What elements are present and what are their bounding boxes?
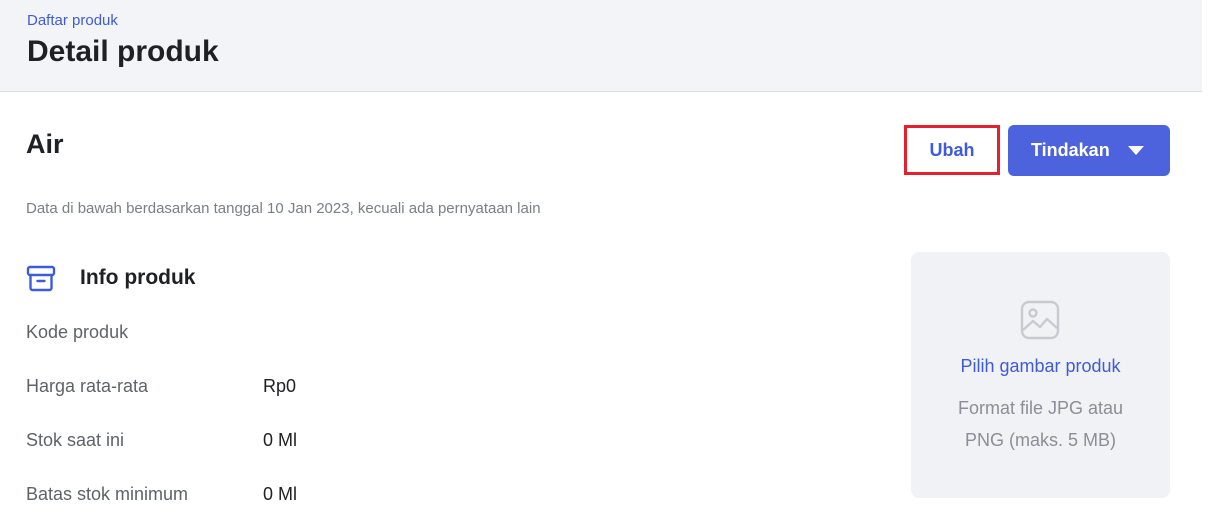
data-date-note: Data di bawah berdasarkan tanggal 10 Jan… <box>26 200 541 217</box>
value-minimum-stock: 0 Ml <box>263 484 298 504</box>
actions-button-label: Tindakan <box>1031 140 1110 160</box>
edit-button[interactable]: Ubah <box>904 125 1000 175</box>
image-placeholder-icon <box>1020 300 1060 340</box>
caret-down-icon <box>1128 146 1144 155</box>
page-title: Detail produk <box>27 35 219 68</box>
label-product-code: Kode produk <box>26 322 129 342</box>
image-hint-line-1: Format file JPG atau <box>957 398 1124 418</box>
actions-dropdown-button[interactable]: Tindakan <box>1008 125 1170 176</box>
value-average-price: Rp0 <box>263 376 297 396</box>
section-title-product-info: Info produk <box>80 266 196 289</box>
edit-button-label: Ubah <box>929 139 975 160</box>
product-name: Air <box>26 129 64 159</box>
image-hint-line-2: PNG (maks. 5 MB) <box>964 430 1116 450</box>
archive-box-icon <box>26 265 56 292</box>
choose-product-image-link[interactable]: Pilih gambar produk <box>911 356 1170 377</box>
right-edge <box>1202 0 1218 518</box>
product-image-upload[interactable]: Pilih gambar produk Format file JPG atau… <box>911 252 1170 498</box>
label-average-price: Harga rata-rata <box>26 376 149 396</box>
page-header: Daftar produk Detail produk <box>0 0 1202 92</box>
image-format-hint: Format file JPG atau PNG (maks. 5 MB) <box>911 392 1170 456</box>
label-current-stock: Stok saat ini <box>26 430 125 450</box>
breadcrumb-product-list[interactable]: Daftar produk <box>27 12 118 29</box>
value-current-stock: 0 Ml <box>263 430 298 450</box>
label-minimum-stock: Batas stok minimum <box>26 484 189 504</box>
